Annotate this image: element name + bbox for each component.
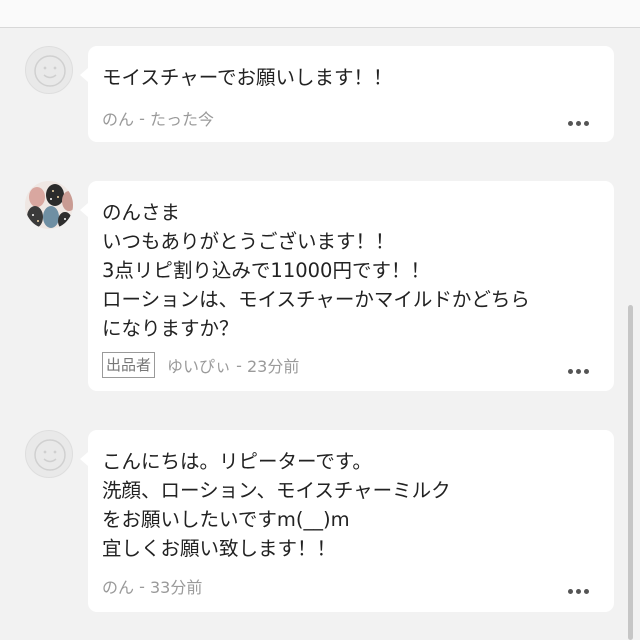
comment-text: モイスチャーでお願いします！！ bbox=[102, 66, 393, 89]
seller-badge: 出品者 bbox=[102, 352, 156, 378]
comment-meta: のん - たった今 bbox=[102, 106, 214, 130]
smiley-face-icon bbox=[34, 55, 66, 87]
meta-separator: - bbox=[134, 576, 150, 596]
comment-meta: のん - 33分前 bbox=[102, 574, 202, 598]
seller-photo-icon bbox=[25, 181, 73, 229]
comment-bubble: のんさま いつもありがとうございます！！ 3点リピ割り込みで11000円です！！… bbox=[80, 181, 614, 391]
meta-separator: - bbox=[134, 108, 150, 128]
comment-time: 23分前 bbox=[246, 357, 300, 376]
comment-text: のんさま いつもありがとうございます！！ 3点リピ割り込みで11000円です！！… bbox=[102, 201, 530, 340]
comment-bubble: こんにちは。リピーターです。 洗顔、ローション、モイスチャーミルク をお願いした… bbox=[80, 430, 614, 612]
more-options-icon[interactable] bbox=[568, 121, 589, 126]
scrollbar[interactable] bbox=[628, 305, 633, 640]
comment-time: たった今 bbox=[149, 110, 214, 129]
top-bar bbox=[0, 0, 640, 28]
user-avatar-default-icon[interactable] bbox=[25, 430, 73, 478]
comment-author[interactable]: ゆいぴぃ bbox=[167, 353, 231, 377]
comment-author[interactable]: のん bbox=[102, 574, 134, 598]
more-options-icon[interactable] bbox=[568, 369, 589, 374]
user-avatar-default-icon[interactable] bbox=[25, 46, 73, 94]
meta-separator: - bbox=[231, 355, 247, 375]
smiley-face-icon bbox=[34, 439, 66, 471]
comment-author[interactable]: のん bbox=[102, 106, 134, 130]
seller-avatar-photo[interactable] bbox=[25, 181, 73, 229]
more-options-icon[interactable] bbox=[568, 589, 589, 594]
comment-time: 33分前 bbox=[149, 578, 203, 597]
comment-bubble: モイスチャーでお願いします！！ のん - たった今 bbox=[80, 46, 614, 142]
comment-text: こんにちは。リピーターです。 洗顔、ローション、モイスチャーミルク をお願いした… bbox=[102, 450, 451, 560]
comment-meta: 出品者 ゆいぴぃ - 23分前 bbox=[102, 352, 299, 378]
